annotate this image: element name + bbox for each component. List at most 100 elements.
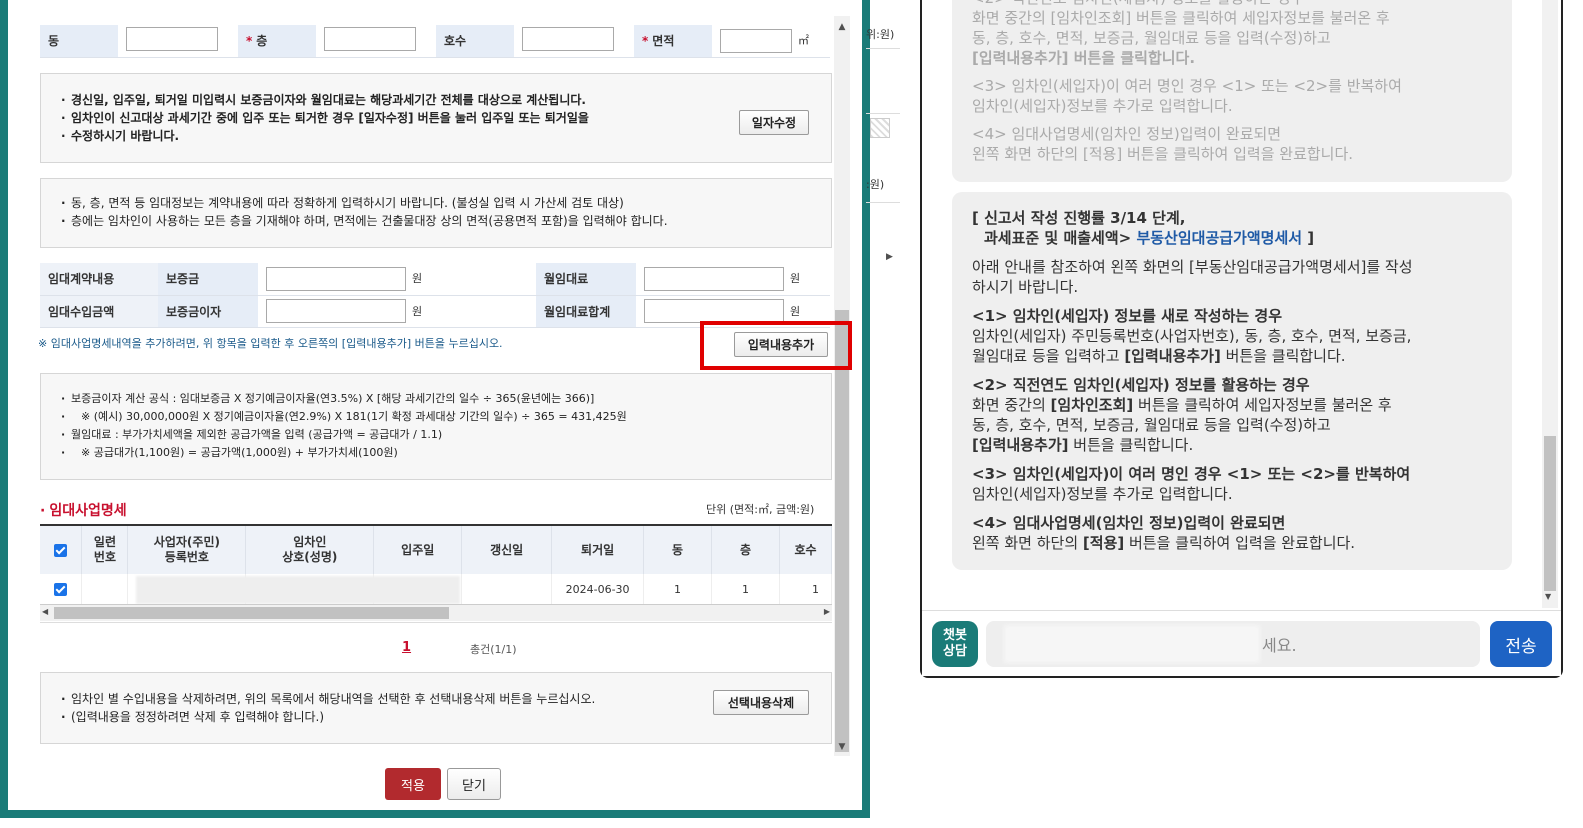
select-all-cell[interactable] (40, 526, 83, 574)
header-renew: 갱신일 (461, 526, 553, 574)
row-cheung: 1 (711, 574, 780, 604)
row-move-out: 2024-06-30 (551, 574, 645, 604)
chat-input-placeholder: 세요. (1262, 636, 1297, 655)
header-regno: 사업자(주민) 등록번호 (127, 526, 247, 574)
table-header-row: 일련 번호 사업자(주민) 등록번호 임차인 상호(성명) 입주일 갱신일 퇴거일 동… (40, 526, 832, 574)
formula-notice: 보증금이자 계산 공식 : 임대보증금 X 정기예금이자율(연3.5%) X [… (40, 373, 832, 480)
row-checkbox[interactable] (54, 582, 68, 596)
deposit-interest-label: 보증금이자 (158, 295, 258, 328)
prev-line: 화면 중간의 [임차인조회] 버튼을 클릭하여 세입자정보를 불러온 후 (972, 9, 1390, 27)
hosu-label: 호수 (436, 25, 514, 58)
close-button[interactable]: 닫기 (447, 768, 501, 800)
header-move-in: 입주일 (373, 526, 463, 574)
formula-line2: ※ (예시) 30,000,000원 X 정기예금이자율(연2.9%) X 18… (59, 408, 627, 426)
deposit-interest-input[interactable] (266, 299, 406, 323)
formula-line1: 보증금이자 계산 공식 : 임대보증금 X 정기예금이자율(연3.5%) X [… (59, 390, 627, 408)
step2-line2: 동, 층, 호수, 면적, 보증금, 월임대료 등을 입력(수정)하고 (972, 416, 1331, 434)
popup-vscroll-thumb[interactable] (835, 310, 849, 752)
step4-line1: 왼쪽 화면 하단의 [적용] 버튼을 클릭하여 입력을 완료합니다. (972, 534, 1356, 552)
rental-info-notice: 동, 층, 면적 등 임대정보는 계약내용에 따라 정확하게 입력하시기 바랍니… (40, 178, 832, 248)
hosu-input[interactable] (522, 27, 614, 52)
date-notice-line1: 경신일, 입주일, 퇴거일 미입력시 보증금이자와 월임대료는 해당과세기간 전… (59, 91, 589, 109)
rental-info-line2: 층에는 임차인이 사용하는 모든 층을 기재해야 하며, 면적에는 건출물대장 … (59, 212, 668, 230)
pagination-divider (40, 622, 832, 623)
revenue-label: 임대수입금액 (40, 295, 158, 328)
background-page-strip: 위:원) :원) ▶ (866, 0, 900, 270)
step3-line1: 임차인(세입자)정보를 추가로 입력합니다. (972, 485, 1233, 503)
row-renew (461, 574, 553, 604)
cheung-label: * 층 (238, 25, 316, 58)
area-label: * 면적 (634, 25, 712, 58)
date-notice-line2: 임차인이 신고대상 과세기간 중에 입주 또는 퇴거한 경우 [일자수정] 버튼… (59, 109, 589, 127)
strip-box (866, 48, 900, 114)
add-hint: ※ 임대사업명세내역을 추가하려면, 위 항목을 입력한 후 오른쪽의 [입력내… (38, 337, 503, 350)
edit-date-button[interactable]: 일자수정 (739, 110, 809, 135)
prev-line: 임차인(세입자)정보를 추가로 입력합니다. (972, 97, 1233, 115)
cheung-input[interactable] (324, 27, 416, 52)
deposit-input[interactable] (266, 266, 406, 291)
unit-note: 단위 (면적:㎡, 금액:원) (706, 503, 815, 516)
chat-footer: 챗봇 상담 세요. 전송 (922, 610, 1561, 676)
row-select-cell[interactable] (40, 574, 83, 604)
deposit-label: 보증금 (158, 263, 258, 296)
chat-scroll-down-icon[interactable]: ▼ (1545, 592, 1551, 601)
step1-title: <1> 임차인(세입자) 정보를 새로 작성하는 경우 (972, 307, 1282, 325)
badge-line2: 상담 (943, 644, 967, 659)
header-dong: 동 (643, 526, 713, 574)
chat-input[interactable]: 세요. (986, 621, 1480, 667)
guide-line1: 아래 안내를 참조하여 왼쪽 화면의 [부동산임대공급가액명세서]를 작성 (972, 258, 1413, 276)
contract-table: 임대계약내용 보증금 원 월임대료 원 임대수입금액 보증금이자 원 월임대료합… (40, 263, 830, 328)
monthly-rent-input[interactable] (644, 266, 784, 291)
step1-line1: 임차인(세입자) 주민등록번호(사업자번호), 동, 층, 호수, 면적, 보증… (972, 327, 1412, 345)
prev-line: <3> 임차인(세입자)이 여러 명인 경우 <1> 또는 <2>를 반복하여 (972, 77, 1402, 95)
strip-hatched-cell (870, 118, 890, 138)
step1-line2: 월임대료 등을 입력하고 [입력내용추가] 버튼을 클릭합니다. (972, 347, 1346, 365)
scroll-right-icon[interactable]: ▶ (824, 607, 830, 616)
apply-button[interactable]: 적용 (385, 768, 441, 800)
guide-message: [ 신고서 작성 진행률 3/14 단계, 과세표준 및 매출세액> 부동산임대… (952, 192, 1512, 570)
strip-scroll-right-icon[interactable]: ▶ (886, 252, 893, 262)
prev-line: 왼쪽 화면 하단의 [적용] 버튼을 클릭하여 입력을 완료합니다. (972, 145, 1354, 163)
strip-unit-1: 위:원) (866, 28, 895, 41)
chat-vscroll[interactable]: ▼ (1542, 0, 1558, 608)
table-hscroll[interactable]: ◀ ▶ (40, 605, 832, 621)
scroll-up-icon[interactable]: ▲ (834, 20, 850, 34)
header-cheung: 층 (711, 526, 780, 574)
form-link[interactable]: 부동산임대공급가액명세서 (1136, 229, 1302, 247)
step2-line1: 화면 중간의 [임차인조회] 버튼을 클릭하여 세입자정보를 불러온 후 (972, 396, 1392, 414)
formula-line4: ※ 공급대가(1,100원) = 공급가액(1,000원) + 부가가치세(10… (59, 444, 627, 462)
redacted-placeholder (1004, 625, 1260, 663)
scroll-left-icon[interactable]: ◀ (42, 607, 48, 616)
dong-input[interactable] (126, 27, 218, 52)
previous-message: <2> 직전연도 임차인(세입자) 정보를 활용하는 경우 화면 중간의 [임차… (952, 0, 1512, 182)
popup-content: 동 *층 호수 *면적 ㎡ 경신일, 입주일, 퇴거일 미입력시 보증금이자와 … (32, 0, 832, 760)
guide-line2: 하시기 바랍니다. (972, 278, 1079, 296)
chatbot-consult-badge[interactable]: 챗봇 상담 (932, 621, 978, 667)
header-serial: 일련 번호 (81, 526, 129, 574)
dong-label: 동 (40, 25, 118, 58)
monthly-rent-total-input[interactable] (644, 299, 784, 323)
rental-popup: 동 *층 호수 *면적 ㎡ 경신일, 입주일, 퇴거일 미입력시 보증금이자와 … (0, 0, 870, 818)
progress-line1: [ 신고서 작성 진행률 3/14 단계, (972, 209, 1186, 227)
page-number[interactable]: 1 (402, 640, 411, 655)
chat-vscroll-thumb[interactable] (1544, 436, 1556, 591)
delete-notice-line2: (입력내용을 정정하려면 삭제 후 입력해야 합니다.) (59, 708, 595, 726)
row-dong: 1 (643, 574, 713, 604)
delete-selected-button[interactable]: 선택내용삭제 (713, 690, 809, 715)
step3-title: <3> 임차인(세입자)이 여러 명인 경우 <1> 또는 <2>를 반복하여 (972, 465, 1411, 483)
select-all-checkbox[interactable] (54, 543, 68, 557)
step2-title: <2> 직전연도 임차인(세입자) 정보를 활용하는 경우 (972, 376, 1310, 394)
rental-info-line1: 동, 층, 면적 등 임대정보는 계약내용에 따라 정확하게 입력하시기 바랍니… (59, 194, 668, 212)
strip-unit-2: :원) (866, 178, 885, 191)
chatbot-panel: <2> 직전연도 임차인(세입자) 정보를 활용하는 경우 화면 중간의 [임차… (920, 0, 1563, 678)
send-button[interactable]: 전송 (1490, 621, 1552, 667)
strip-box-2 (866, 202, 900, 250)
popup-vscroll[interactable]: ▲ ▼ (834, 16, 850, 756)
area-input[interactable] (720, 28, 792, 53)
scroll-down-icon[interactable]: ▼ (834, 740, 850, 754)
header-tenant: 임차인 상호(성명) (245, 526, 375, 574)
table-hscroll-thumb[interactable] (54, 607, 449, 619)
progress-line2: 과세표준 및 매출세액> 부동산임대공급가액명세서 ] (984, 229, 1315, 247)
prev-line: 동, 층, 호수, 면적, 보증금, 월임대료 등을 입력(수정)하고 (972, 29, 1331, 47)
monthly-rent-total-label: 월임대료합계 (536, 295, 636, 328)
